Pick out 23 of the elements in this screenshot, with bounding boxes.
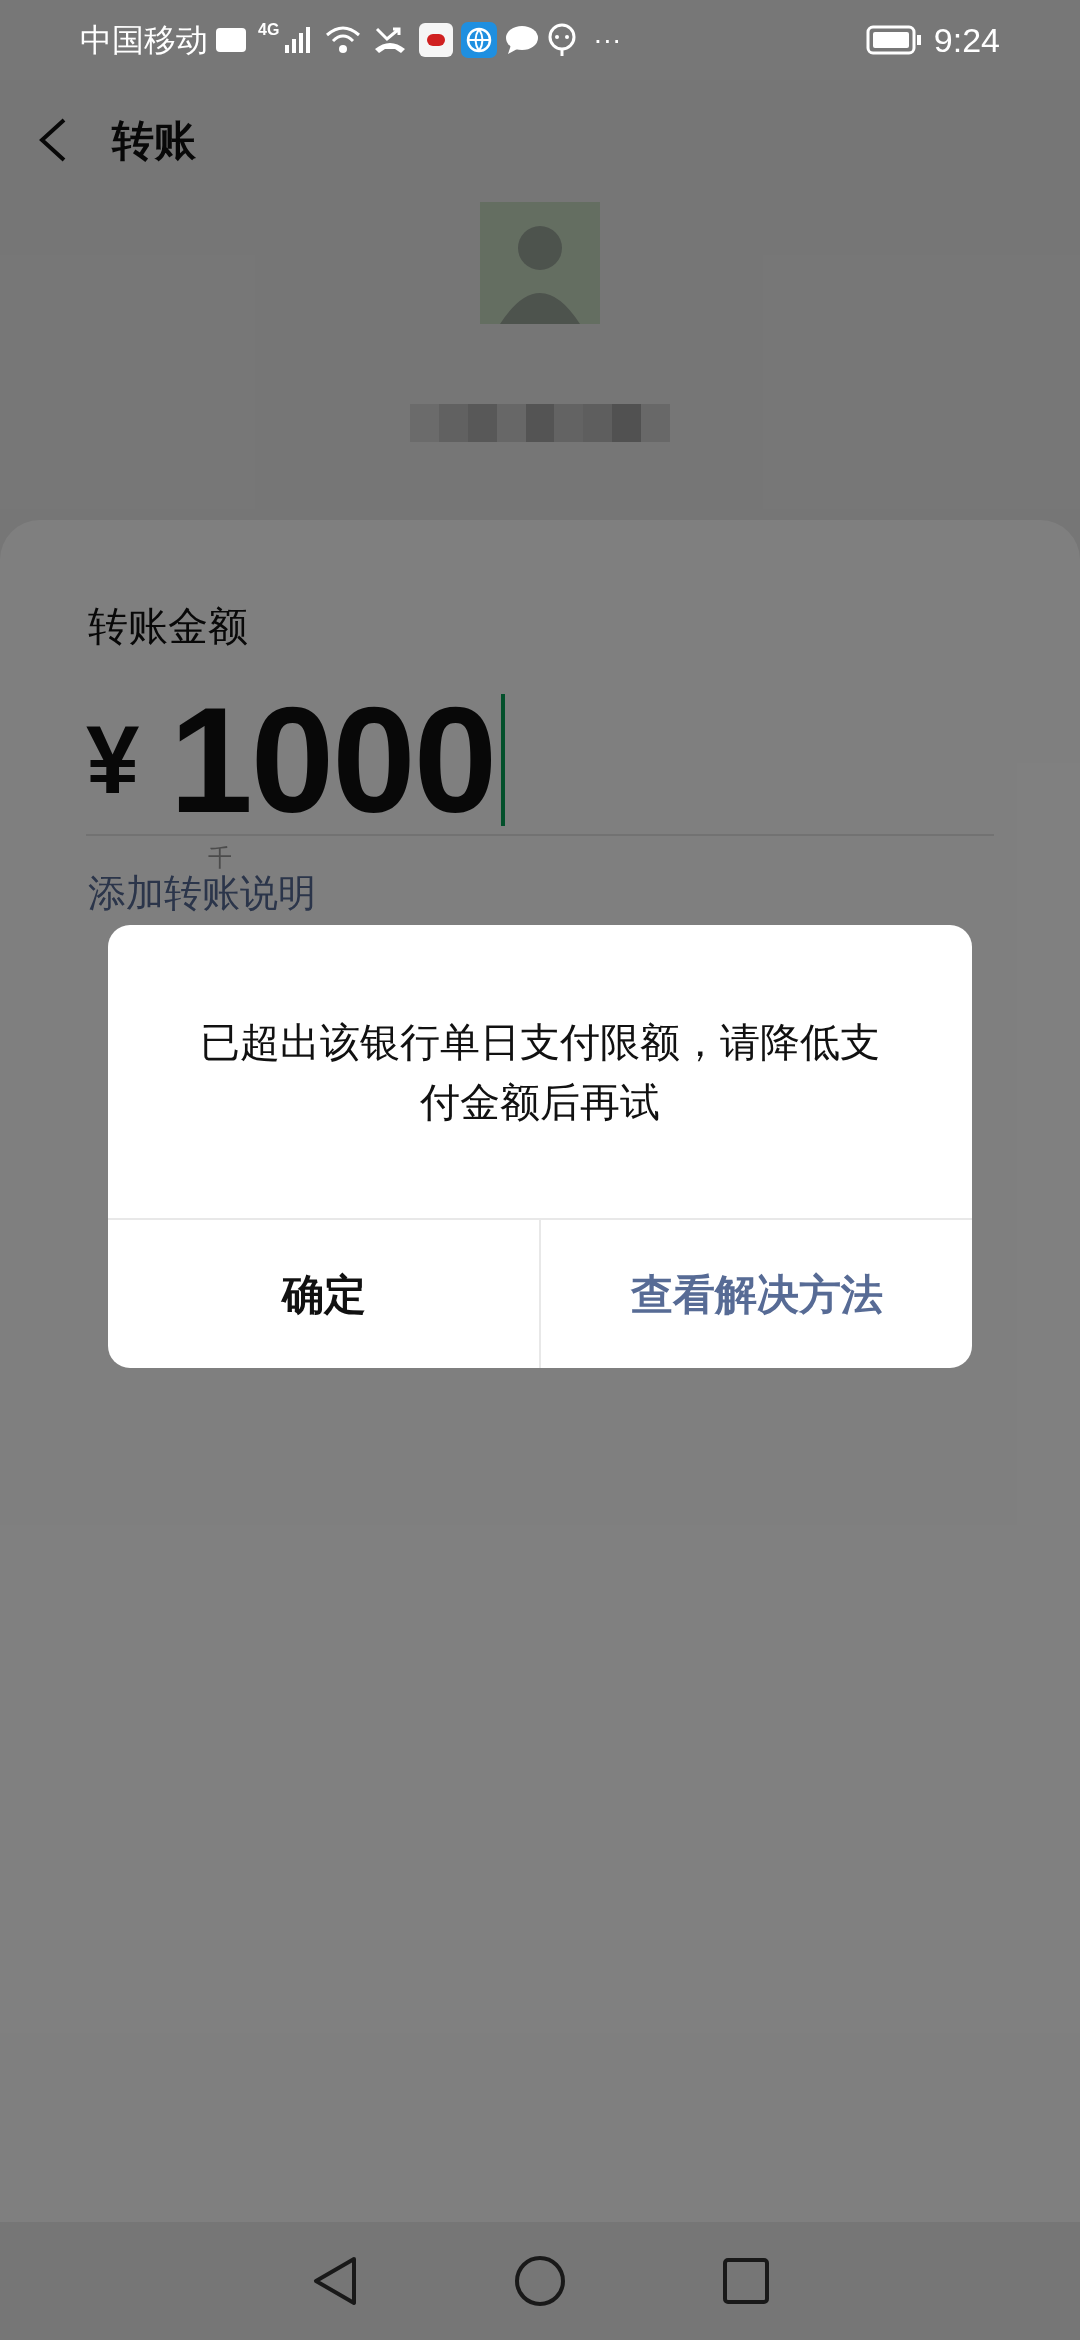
message-icon [547, 23, 578, 57]
amount-label: 转账金额 [88, 602, 249, 651]
network-type: 4G [258, 20, 280, 40]
currency-symbol: ¥ [86, 712, 140, 808]
chat-bubble-icon [505, 25, 540, 55]
dialog-message: 已超出该银行单日支付限额，请降低支付金额后再试 [199, 1017, 881, 1127]
amount-field[interactable]: ¥ 1000 [86, 686, 994, 836]
battery-icon [865, 25, 922, 55]
globe-icon [461, 22, 498, 58]
add-note-link[interactable]: 添加转账说明 [88, 872, 316, 914]
hd-icon [216, 28, 246, 52]
amount-value: 1000 [169, 685, 496, 835]
solution-button[interactable]: 查看解决方法 [539, 1220, 972, 1368]
confirm-button[interactable]: 确定 [108, 1220, 539, 1368]
more-notifications: ··· [593, 23, 622, 57]
recents-nav-icon[interactable] [722, 2257, 770, 2305]
wifi-icon [325, 25, 362, 55]
page-title: 转账 [112, 114, 196, 167]
home-nav-icon[interactable] [514, 2255, 566, 2307]
clock-time: 9:24 [933, 19, 1000, 61]
carrier-name: 中国移动 [80, 20, 208, 61]
missed-call-icon [373, 25, 408, 55]
app-icon [419, 23, 454, 57]
